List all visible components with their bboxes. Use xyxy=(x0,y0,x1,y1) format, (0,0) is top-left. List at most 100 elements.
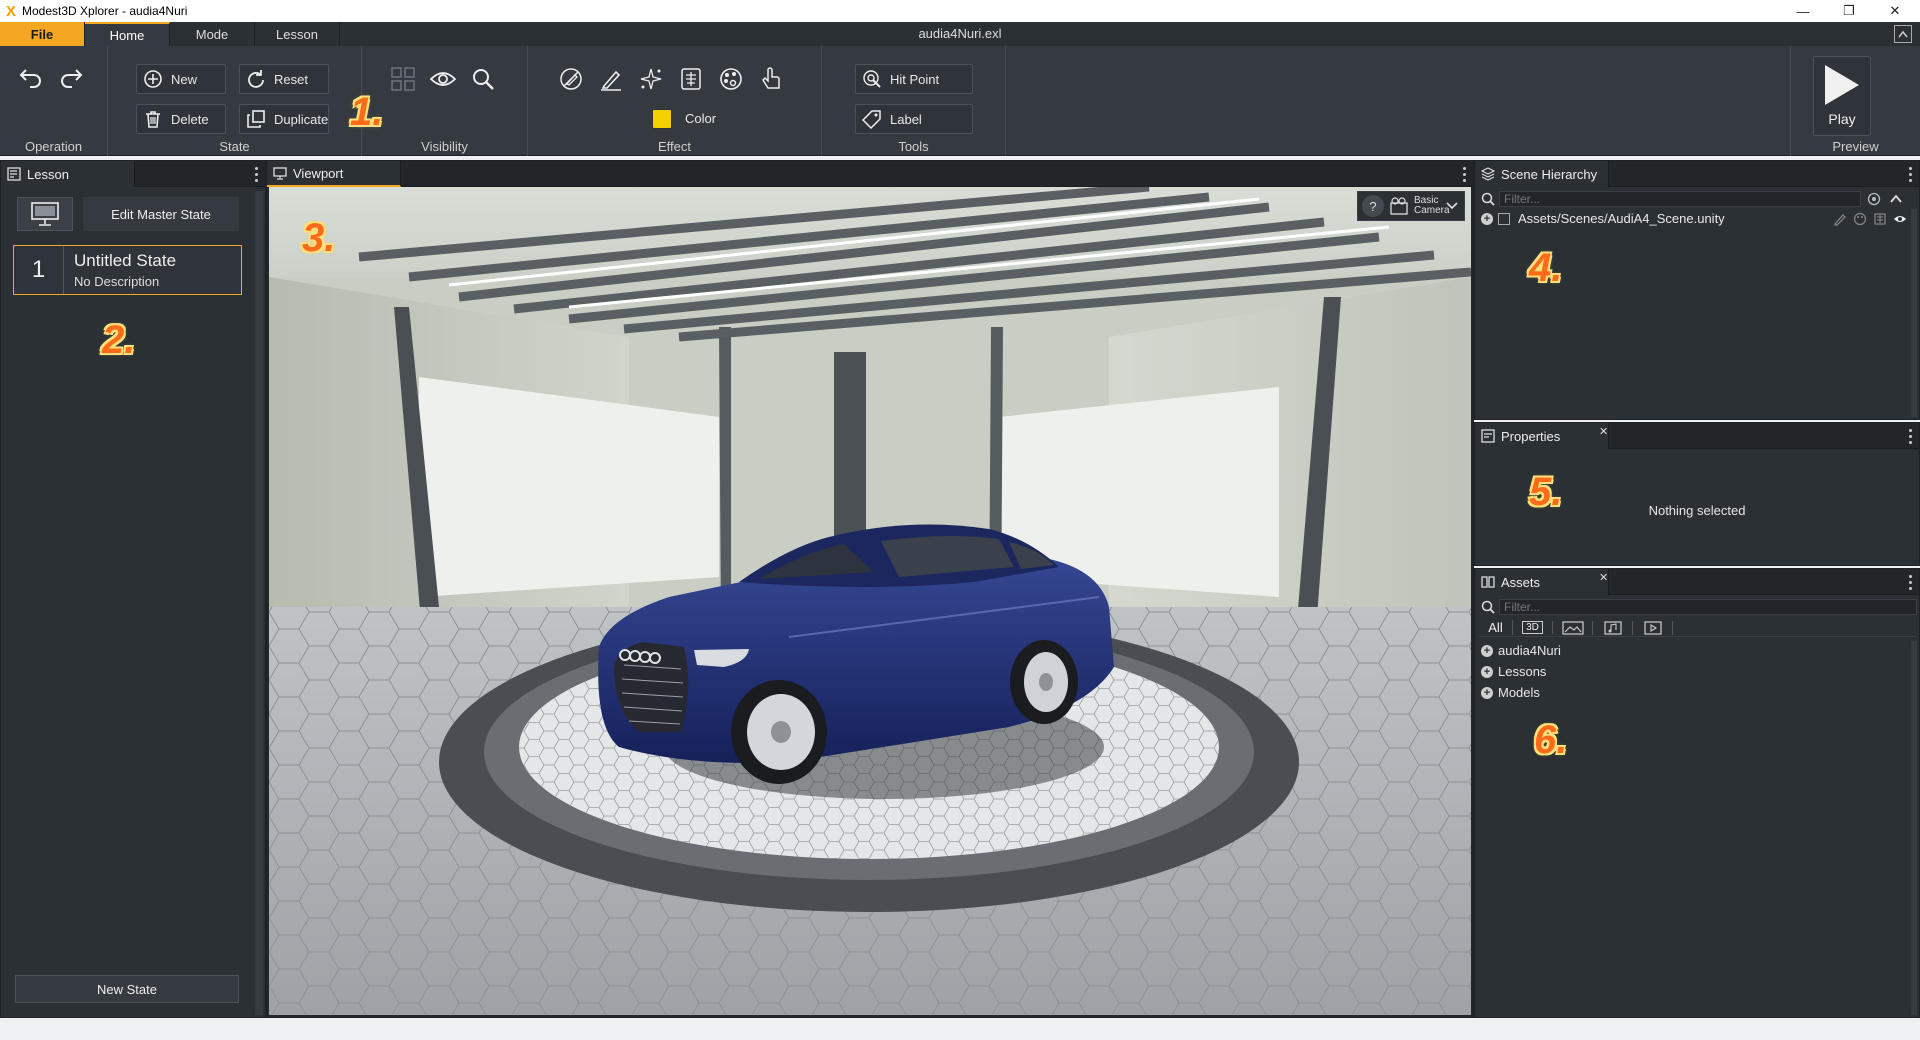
target-icon[interactable] xyxy=(1867,192,1881,206)
search-icon xyxy=(1481,192,1495,206)
chevron-down-icon xyxy=(1446,202,1458,210)
trash-icon xyxy=(143,109,163,129)
asset-item-lessons[interactable]: + Lessons xyxy=(1481,664,1546,679)
filter-3d[interactable]: 3D xyxy=(1513,621,1553,634)
scene-scrollbar[interactable] xyxy=(1911,209,1917,417)
new-button-label: New xyxy=(171,71,198,87)
effect-group-label: Effect xyxy=(657,139,691,154)
expand-icon[interactable]: + xyxy=(1481,644,1493,657)
filter-3d-label: 3D xyxy=(1522,621,1543,634)
filter-image[interactable] xyxy=(1553,620,1593,635)
close-assets-icon[interactable]: ✕ xyxy=(1599,571,1608,584)
state-description: No Description xyxy=(74,274,160,289)
tab-home[interactable]: Home xyxy=(85,22,170,46)
scene-root-row[interactable]: + Assets/Scenes/AudiA4_Scene.unity xyxy=(1481,211,1911,226)
highlighter-icon xyxy=(601,70,621,91)
asset-type-filters: All 3D xyxy=(1479,619,1917,637)
expand-icon[interactable]: + xyxy=(1481,665,1493,678)
asset-item-audia4nuri[interactable]: + audia4Nuri xyxy=(1481,643,1561,658)
tab-lesson[interactable]: Lesson xyxy=(255,22,340,46)
close-properties-icon[interactable]: ✕ xyxy=(1599,425,1608,438)
asset-item-label: Lessons xyxy=(1498,664,1547,679)
state-item-1[interactable]: 1 Untitled State No Description xyxy=(13,245,242,295)
visibility-checkbox[interactable] xyxy=(1498,212,1510,225)
effect-disable-button[interactable] xyxy=(556,64,586,94)
tab-assets[interactable]: Assets xyxy=(1475,569,1609,595)
camera-icon xyxy=(1390,197,1408,215)
expand-icon[interactable]: + xyxy=(1481,212,1493,225)
minimize-button[interactable]: — xyxy=(1780,0,1826,22)
lesson-panel-tabbar: Lesson xyxy=(1,161,265,187)
help-icon[interactable]: ? xyxy=(1362,195,1384,217)
assets-filter-input[interactable]: Filter... xyxy=(1499,599,1917,615)
title-bar: X Modest3D Xplorer - audia4Nuri — ❐ ✕ xyxy=(0,0,1920,22)
delete-button[interactable]: Delete xyxy=(136,104,226,134)
assets-menu-button[interactable] xyxy=(1905,573,1915,591)
duplicate-button[interactable]: Duplicate xyxy=(239,104,329,134)
redo-icon xyxy=(61,69,83,88)
3d-scene[interactable]: ? Basic Camera xyxy=(269,187,1471,1015)
properties-menu-button[interactable] xyxy=(1905,427,1915,445)
label-button[interactable]: Label xyxy=(855,104,973,134)
tab-file[interactable]: File xyxy=(0,22,85,46)
master-state-thumbnail[interactable] xyxy=(17,197,73,231)
window-title: Modest3D Xplorer - audia4Nuri xyxy=(22,4,188,18)
tab-lesson-panel[interactable]: Lesson xyxy=(1,161,135,187)
state-group: New Reset Delete Duplicate State xyxy=(108,46,362,156)
lesson-scrollbar[interactable] xyxy=(255,191,263,1015)
reset-button[interactable]: Reset xyxy=(239,64,329,94)
highlight-button[interactable] xyxy=(596,64,626,94)
scene-filter-input[interactable]: Filter... xyxy=(1499,191,1861,207)
redo-button[interactable] xyxy=(56,62,86,92)
tab-scene-hierarchy[interactable]: Scene Hierarchy xyxy=(1475,161,1609,187)
close-button[interactable]: ✕ xyxy=(1872,0,1918,22)
camera-name: Basic Camera xyxy=(1414,196,1450,216)
reset-button-label: Reset xyxy=(274,71,308,87)
app-window: X Modest3D Xplorer - audia4Nuri — ❐ ✕ au… xyxy=(0,0,1920,1040)
material-button[interactable] xyxy=(716,64,746,94)
tab-properties[interactable]: Properties xyxy=(1475,423,1609,449)
viewport-tabbar: Viewport xyxy=(267,161,1473,187)
color-swatch[interactable] xyxy=(652,109,672,129)
viewport-menu-button[interactable] xyxy=(1459,165,1469,183)
camera-name-line2: Camera xyxy=(1414,205,1450,216)
play-button[interactable]: Play xyxy=(1813,56,1871,136)
xray-small-icon[interactable] xyxy=(1873,212,1887,226)
edit-master-state-button[interactable]: Edit Master State xyxy=(83,197,239,231)
filter-audio[interactable] xyxy=(1593,620,1633,635)
filter-video[interactable] xyxy=(1633,620,1673,635)
brush-off-icon xyxy=(560,68,582,90)
hit-point-button[interactable]: Hit Point xyxy=(855,64,973,94)
pencil-icon[interactable] xyxy=(1833,212,1847,226)
lesson-menu-button[interactable] xyxy=(251,165,261,183)
restore-button[interactable]: ❐ xyxy=(1826,0,1872,22)
filter-all[interactable]: All xyxy=(1479,620,1513,635)
eye-icon xyxy=(429,72,457,86)
expand-icon[interactable]: + xyxy=(1481,686,1493,699)
focus-button[interactable] xyxy=(468,64,498,94)
new-state-ribbon-button[interactable]: New xyxy=(136,64,226,94)
interact-button[interactable] xyxy=(756,64,786,94)
new-state-button[interactable]: New State xyxy=(15,975,239,1003)
undo-button[interactable] xyxy=(16,62,46,92)
camera-selector[interactable]: ? Basic Camera xyxy=(1357,191,1465,221)
eye-small-icon[interactable] xyxy=(1893,212,1907,226)
palette-small-icon[interactable] xyxy=(1853,212,1867,226)
xray-button[interactable] xyxy=(676,64,706,94)
asset-item-models[interactable]: + Models xyxy=(1481,685,1540,700)
palette-icon xyxy=(720,68,742,90)
scene-hierarchy-menu-button[interactable] xyxy=(1905,165,1915,183)
sparkle-button[interactable] xyxy=(636,64,666,94)
visibility-button[interactable] xyxy=(428,64,458,94)
lesson-panel: Lesson Edit Master State 1 Untitled Stat… xyxy=(0,160,266,1018)
assets-scrollbar[interactable] xyxy=(1911,641,1917,1015)
collapse-ribbon-button[interactable] xyxy=(1894,25,1912,43)
tab-mode[interactable]: Mode xyxy=(170,22,255,46)
chevron-up-icon xyxy=(1898,30,1908,38)
tab-viewport[interactable]: Viewport xyxy=(267,161,401,187)
collapse-all-icon[interactable] xyxy=(1889,192,1903,206)
hit-point-label: Hit Point xyxy=(890,71,940,87)
visibility-group: Visibility xyxy=(362,46,528,156)
operation-group: Operation xyxy=(0,46,108,156)
layout-toggle-button[interactable] xyxy=(388,64,418,94)
